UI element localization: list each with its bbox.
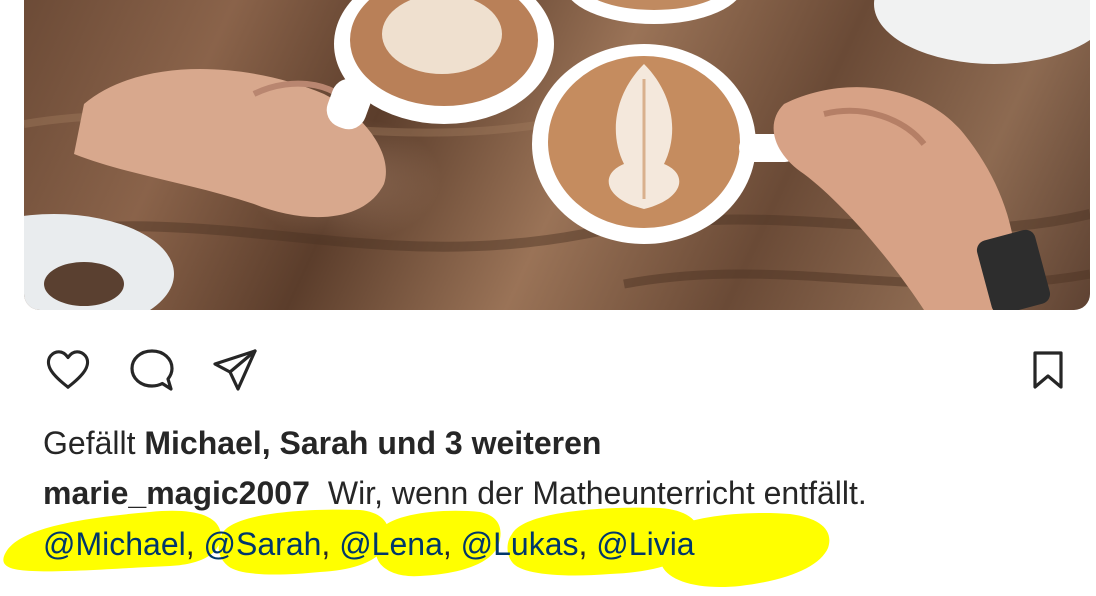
paper-plane-icon	[213, 349, 257, 391]
comment-button[interactable]	[127, 345, 177, 395]
share-button[interactable]	[210, 345, 260, 395]
tag-sarah[interactable]: @Sarah	[204, 526, 322, 562]
coffee-cups-illustration	[24, 0, 1090, 310]
tag-michael[interactable]: @Michael	[43, 526, 186, 562]
comment-bubble-icon	[130, 349, 174, 391]
likes-users-link[interactable]: Michael, Sarah und 3 weiteren	[144, 425, 601, 461]
tag-separator: ,	[578, 526, 597, 562]
caption-username[interactable]: marie_magic2007	[43, 475, 310, 511]
caption-text: Wir, wenn der Matheunterricht entfällt.	[327, 475, 867, 511]
heart-icon	[46, 350, 90, 389]
likes-summary: Gefällt Michael, Sarah und 3 weiteren	[43, 424, 601, 462]
post-caption: marie_magic2007 Wir, wenn der Matheunterr…	[43, 474, 867, 512]
tag-separator: ,	[442, 526, 461, 562]
tag-separator: ,	[321, 526, 340, 562]
bookmark-icon	[1033, 351, 1063, 389]
tagged-users: @Michael, @Sarah, @Lena, @Lukas, @Livia	[43, 525, 695, 563]
tag-lukas[interactable]: @Lukas	[461, 526, 579, 562]
like-button[interactable]	[43, 345, 93, 395]
tag-lena[interactable]: @Lena	[339, 526, 443, 562]
post-action-bar	[0, 345, 1096, 399]
save-button[interactable]	[1023, 345, 1073, 395]
tag-livia[interactable]: @Livia	[596, 526, 694, 562]
likes-prefix: Gefällt	[43, 425, 136, 461]
post-photo[interactable]	[24, 0, 1090, 310]
tag-separator: ,	[185, 526, 204, 562]
